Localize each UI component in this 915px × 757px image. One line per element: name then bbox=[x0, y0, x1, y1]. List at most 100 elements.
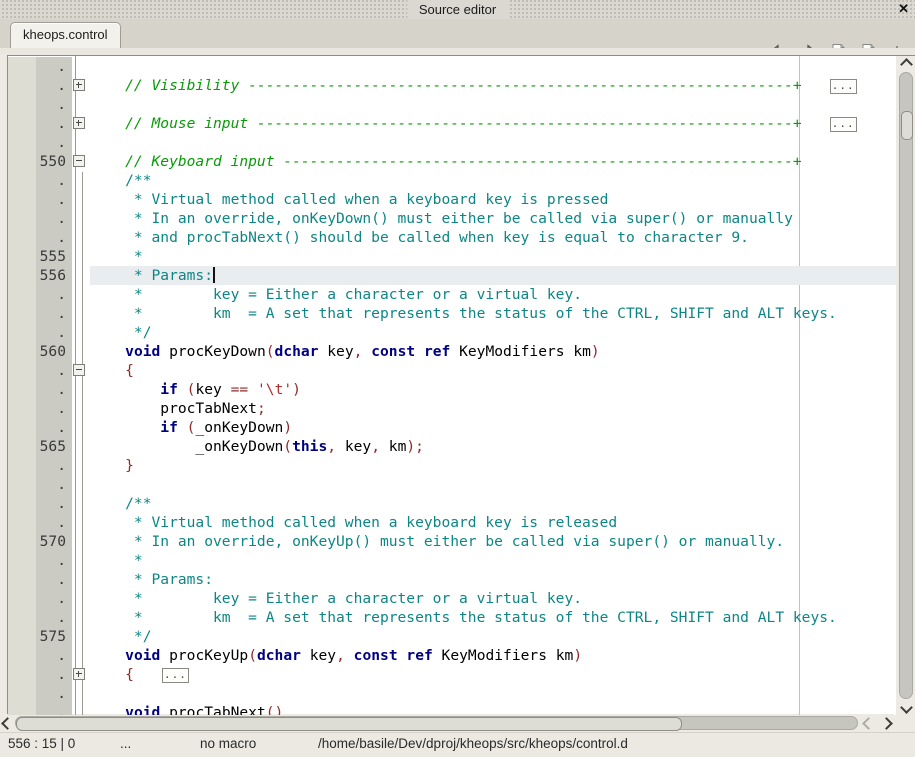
code-text[interactable]: * Params: bbox=[90, 570, 896, 589]
tabbar-gap bbox=[0, 48, 915, 55]
code-text[interactable]: void procKeyDown(dchar key, const ref Ke… bbox=[90, 342, 896, 361]
code-line[interactable]: . /** bbox=[8, 494, 896, 513]
hscroll-trough[interactable] bbox=[15, 716, 858, 730]
code-text[interactable]: /** bbox=[90, 494, 896, 513]
code-line[interactable]: 550 // Keyboard input ------------------… bbox=[8, 152, 896, 171]
line-number: . bbox=[36, 494, 72, 513]
code-line[interactable]: . * key = Either a character or a virtua… bbox=[8, 589, 896, 608]
code-text[interactable]: * km = A set that represents the status … bbox=[90, 304, 896, 323]
code-text[interactable]: _onKeyDown(this, key, km); bbox=[90, 437, 896, 456]
vertical-scrollbar[interactable] bbox=[896, 56, 915, 715]
code-line[interactable]: . void procTabNext() bbox=[8, 703, 896, 715]
code-text[interactable] bbox=[90, 133, 896, 152]
code-text[interactable]: * Virtual method called when a keyboard … bbox=[90, 513, 896, 532]
code-line[interactable]: . /** bbox=[8, 171, 896, 190]
code-text[interactable]: * key = Either a character or a virtual … bbox=[90, 589, 896, 608]
code-line[interactable]: 556 * Params: bbox=[8, 266, 896, 285]
code-text[interactable]: * km = A set that represents the status … bbox=[90, 608, 896, 627]
code-line[interactable]: . * Virtual method called when a keyboar… bbox=[8, 513, 896, 532]
code-line[interactable]: . */ bbox=[8, 323, 896, 342]
code-line[interactable]: . void procKeyUp(dchar key, const ref Ke… bbox=[8, 646, 896, 665]
code-text[interactable]: * Virtual method called when a keyboard … bbox=[90, 190, 896, 209]
code-text[interactable]: * In an override, onKeyDown() must eithe… bbox=[90, 209, 896, 228]
close-panel-icon[interactable]: ✕ bbox=[895, 0, 912, 18]
code-text[interactable]: */ bbox=[90, 627, 896, 646]
code-text[interactable]: // Mouse input -------------------------… bbox=[90, 114, 896, 133]
code-line[interactable]: . * km = A set that represents the statu… bbox=[8, 608, 896, 627]
code-line[interactable]: 560 void procKeyDown(dchar key, const re… bbox=[8, 342, 896, 361]
code-line[interactable]: . bbox=[8, 475, 896, 494]
code-token: } bbox=[125, 457, 134, 474]
code-text[interactable]: if (_onKeyDown) bbox=[90, 418, 896, 437]
hscroll-thumb[interactable] bbox=[16, 717, 682, 731]
code-text[interactable]: /** bbox=[90, 171, 896, 190]
code-text[interactable]: * bbox=[90, 551, 896, 570]
fold-margin bbox=[72, 475, 90, 494]
source-editor[interactable]: .. // Visibility -----------------------… bbox=[7, 55, 915, 715]
scroll-left-secondary-icon[interactable] bbox=[861, 714, 876, 732]
code-text[interactable]: void procKeyUp(dchar key, const ref KeyM… bbox=[90, 646, 896, 665]
code-text[interactable]: // Visibility --------------------------… bbox=[90, 76, 896, 95]
tab-kheops-control[interactable]: kheops.control bbox=[10, 22, 121, 48]
line-number: . bbox=[36, 551, 72, 570]
code-text[interactable]: * Params: bbox=[90, 266, 896, 285]
code-line[interactable]: . // Visibility ------------------------… bbox=[8, 76, 896, 95]
code-text[interactable]: {... bbox=[90, 665, 896, 684]
code-text[interactable]: { bbox=[90, 361, 896, 380]
code-line[interactable]: . if (key == '\t') bbox=[8, 380, 896, 399]
scroll-right-icon[interactable] bbox=[879, 714, 894, 732]
code-text[interactable] bbox=[90, 57, 896, 76]
code-line[interactable]: . bbox=[8, 57, 896, 76]
code-text[interactable]: if (key == '\t') bbox=[90, 380, 896, 399]
code-text[interactable]: */ bbox=[90, 323, 896, 342]
code-line[interactable]: . bbox=[8, 684, 896, 703]
code-line[interactable]: 555 * bbox=[8, 247, 896, 266]
scroll-left-icon[interactable] bbox=[0, 714, 15, 732]
horizontal-scrollbar[interactable] bbox=[0, 714, 894, 732]
code-line[interactable]: . {... bbox=[8, 665, 896, 684]
code-text[interactable] bbox=[90, 684, 896, 703]
code-line[interactable]: 570 * In an override, onKeyUp() must eit… bbox=[8, 532, 896, 551]
fold-collapse-icon[interactable] bbox=[73, 155, 85, 167]
code-text[interactable]: * key = Either a character or a virtual … bbox=[90, 285, 896, 304]
code-line[interactable]: . * key = Either a character or a virtua… bbox=[8, 285, 896, 304]
folded-code-ellipsis[interactable]: ... bbox=[162, 668, 189, 683]
code-line[interactable]: . procTabNext; bbox=[8, 399, 896, 418]
vscroll-thumb[interactable] bbox=[901, 111, 913, 140]
code-line[interactable]: . * Virtual method called when a keyboar… bbox=[8, 190, 896, 209]
panel-titlebar[interactable]: Source editor ✕ bbox=[0, 0, 915, 19]
folded-code-ellipsis[interactable]: ... bbox=[830, 79, 857, 94]
code-text[interactable]: * bbox=[90, 247, 896, 266]
code-text[interactable]: // Keyboard input ----------------------… bbox=[90, 152, 896, 171]
code-line[interactable]: . if (_onKeyDown) bbox=[8, 418, 896, 437]
gutter-strip bbox=[8, 646, 36, 665]
code-line[interactable]: . bbox=[8, 95, 896, 114]
code-text[interactable]: * and procTabNext() should be called whe… bbox=[90, 228, 896, 247]
code-line[interactable]: . * Params: bbox=[8, 570, 896, 589]
code-line[interactable]: . } bbox=[8, 456, 896, 475]
code-line[interactable]: 565 _onKeyDown(this, key, km); bbox=[8, 437, 896, 456]
fold-expand-icon[interactable] bbox=[73, 79, 85, 91]
code-text[interactable] bbox=[90, 95, 896, 114]
code-text[interactable]: * In an override, onKeyUp() must either … bbox=[90, 532, 896, 551]
code-text[interactable]: void procTabNext() bbox=[90, 703, 896, 715]
code-line[interactable]: 575 */ bbox=[8, 627, 896, 646]
folded-code-ellipsis[interactable]: ... bbox=[830, 117, 857, 132]
code-line[interactable]: . // Mouse input -----------------------… bbox=[8, 114, 896, 133]
code-line[interactable]: . bbox=[8, 133, 896, 152]
fold-expand-icon[interactable] bbox=[73, 117, 85, 129]
fold-collapse-icon[interactable] bbox=[73, 364, 85, 376]
fold-expand-icon[interactable] bbox=[73, 668, 85, 680]
code-text[interactable]: } bbox=[90, 456, 896, 475]
code-text[interactable] bbox=[90, 475, 896, 494]
code-text[interactable]: procTabNext; bbox=[90, 399, 896, 418]
code-line[interactable]: . * In an override, onKeyDown() must eit… bbox=[8, 209, 896, 228]
scroll-down-icon[interactable] bbox=[896, 699, 915, 715]
code-line[interactable]: . * km = A set that represents the statu… bbox=[8, 304, 896, 323]
code-line[interactable]: . * bbox=[8, 551, 896, 570]
scroll-up-icon[interactable] bbox=[896, 56, 915, 72]
line-number: . bbox=[36, 513, 72, 532]
vscroll-trough[interactable] bbox=[899, 72, 913, 699]
code-line[interactable]: . { bbox=[8, 361, 896, 380]
code-line[interactable]: . * and procTabNext() should be called w… bbox=[8, 228, 896, 247]
